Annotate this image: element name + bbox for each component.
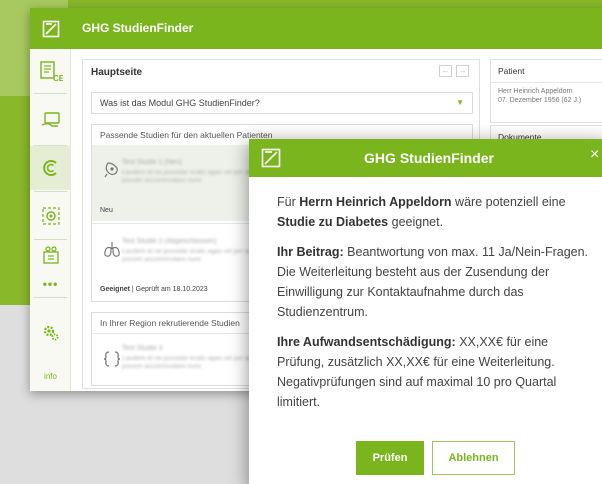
dialog-title: GHG StudienFinder — [364, 150, 494, 166]
back-arrow-icon[interactable]: ← — [439, 65, 452, 77]
faq-dropdown[interactable]: Was ist das Modul GHG StudienFinder? ▼ — [91, 92, 473, 114]
patient-label: Patient — [491, 60, 602, 83]
sidebar: CE ••• info — [30, 49, 71, 391]
bracket-icon — [102, 349, 122, 369]
dialog-body: Für Herrn Heinrich Appeldorn wäre potenz… — [277, 192, 595, 422]
chevron-down-icon: ▼ — [456, 98, 464, 107]
patient-name: Herr Heinrich Appeldorn — [498, 88, 573, 95]
dialog-header: GHG StudienFinder × — [249, 139, 602, 177]
contribution-text: Ihr Beitrag: Beantwortung von max. 11 Ja… — [277, 242, 595, 322]
people-building-icon[interactable] — [30, 233, 71, 277]
decline-button[interactable]: Ablehnen — [432, 441, 515, 475]
studienfinder-dialog: GHG StudienFinder × Für Herrn Heinrich A… — [249, 139, 602, 484]
svg-text:CE: CE — [53, 74, 63, 82]
compensation-text: Ihre Aufwandsentschädigung: XX,XX€ für e… — [277, 332, 595, 412]
contribution-label: Ihr Beitrag: — [277, 245, 344, 259]
lungs-icon — [102, 240, 122, 260]
study-title: Test Studie 3 — [122, 345, 163, 352]
app-title: GHG StudienFinder — [82, 21, 194, 35]
patient-dob: 07. Dezember 1956 (62 J.) — [498, 97, 582, 104]
close-icon[interactable]: × — [590, 147, 599, 163]
disease-icon — [102, 159, 122, 179]
sidebar-divider — [34, 93, 67, 94]
compensation-label: Ihre Aufwandsentschädigung: — [277, 335, 456, 349]
patient-info: Herr Heinrich Appeldorn 07. Dezember 195… — [491, 83, 602, 109]
page-title: Hauptseite — [91, 67, 143, 78]
forward-arrow-icon[interactable]: → — [456, 65, 469, 77]
c-logo-icon[interactable] — [30, 146, 71, 190]
app-logo-icon[interactable] — [30, 8, 71, 49]
patient-name: Herrn Heinrich Appeldorn — [299, 195, 452, 209]
ce-document-icon[interactable]: CE — [30, 49, 71, 93]
hand-card-icon[interactable] — [30, 99, 71, 143]
study-topic: Studie zu Diabetes — [277, 215, 389, 229]
eligibility-text: Für Herrn Heinrich Appeldorn wäre potenz… — [277, 192, 595, 232]
text-fragment: Für — [277, 195, 300, 209]
patient-card: Patient Herr Heinrich Appeldorn 07. Deze… — [490, 59, 602, 123]
study-date: Geprüft am 18.10.2023 — [135, 286, 208, 293]
check-button[interactable]: Prüfen — [356, 441, 424, 475]
faq-dropdown-label: Was ist das Modul GHG StudienFinder? — [100, 98, 260, 108]
text-fragment: geeignet. — [388, 215, 444, 229]
target-icon[interactable] — [30, 194, 71, 238]
sidebar-divider — [34, 191, 67, 192]
study-status: Geeignet — [100, 286, 130, 293]
study-title: Test Studie 2 (Abgeschlossen) — [122, 238, 217, 245]
sidebar-divider — [34, 297, 67, 298]
study-title: Test Studie 1 (Neu) — [122, 159, 182, 166]
study-status-line: Geeignet | Geprüft am 18.10.2023 — [100, 286, 208, 293]
gear-icon[interactable] — [30, 311, 71, 355]
study-status: Neu — [100, 207, 113, 214]
more-icon[interactable]: ••• — [30, 277, 71, 291]
info-link[interactable]: info — [30, 372, 71, 381]
text-fragment: wäre potenziell eine — [451, 195, 566, 209]
app-header: GHG StudienFinder — [30, 8, 602, 49]
